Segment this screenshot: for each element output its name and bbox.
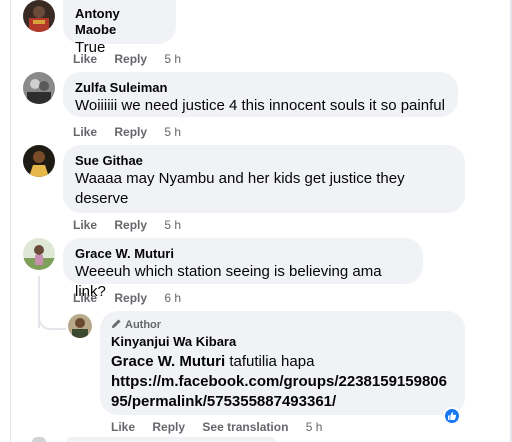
comment-author-name[interactable]: Sue Githae — [75, 153, 453, 169]
comment-author-name[interactable]: Zulfa Suleiman — [75, 80, 446, 96]
avatar[interactable] — [68, 314, 92, 338]
comment-bubble: Sue Githae Waaaa may Nyambu and her kids… — [63, 145, 465, 213]
avatar[interactable] — [23, 72, 55, 104]
comment-timestamp[interactable]: 5 h — [164, 218, 181, 232]
mention-link[interactable]: Grace W. Muturi — [111, 353, 225, 370]
comment-bubble: Grace W. Muturi Weeeuh which station see… — [63, 238, 423, 300]
avatar[interactable] — [23, 238, 55, 270]
like-button[interactable]: Like — [73, 125, 97, 139]
pencil-icon — [111, 319, 121, 329]
like-button[interactable]: Like — [73, 52, 97, 66]
avatar[interactable] — [23, 0, 55, 32]
reply-bubble: Author Kinyanjui Wa Kibara Grace W. Mutu… — [100, 311, 465, 415]
reply-button[interactable]: Reply — [114, 291, 147, 305]
comment-timestamp[interactable]: 5 h — [164, 52, 181, 66]
reply-text: tafutilia hapa — [229, 353, 315, 370]
comment-actions: Like Reply 5 h — [73, 51, 181, 67]
comment-timestamp[interactable]: 6 h — [164, 291, 181, 305]
comment-bubble — [66, 437, 276, 442]
comment-text: Woiiiiii we need justice 4 this innocent… — [75, 97, 445, 114]
reply-button[interactable]: Reply — [114, 52, 147, 66]
comment-actions: Like Reply 5 h — [73, 124, 181, 140]
see-translation-button[interactable]: See translation — [202, 420, 288, 434]
like-button[interactable]: Like — [73, 291, 97, 305]
author-badge-label: Author — [125, 319, 162, 331]
reply-thread-curve — [38, 308, 66, 330]
comment-timestamp[interactable]: 5 h — [164, 125, 181, 139]
like-button[interactable]: Like — [111, 420, 135, 434]
comment-text: Waaaa may Nyambu and her kids get justic… — [75, 170, 405, 207]
comment-author-name[interactable]: Grace W. Muturi — [75, 246, 411, 262]
avatar[interactable] — [23, 145, 55, 177]
permalink-link[interactable]: https://m.facebook.com/groups/2238159159… — [111, 373, 447, 410]
comment-actions: Like Reply 6 h — [73, 290, 181, 306]
avatar[interactable] — [32, 437, 46, 442]
thumbs-up-icon — [448, 412, 457, 420]
like-reaction-badge[interactable] — [443, 407, 461, 425]
reply-button[interactable]: Reply — [114, 125, 147, 139]
comment-author-name[interactable]: Kinyanjui Wa Kibara — [111, 334, 455, 350]
left-divider — [10, 0, 11, 442]
comment-bubble: Zulfa Suleiman Woiiiiii we need justice … — [63, 72, 458, 117]
comment-bubble: Antony Maobe True — [63, 0, 176, 56]
reply-button[interactable]: Reply — [152, 420, 185, 434]
comment-text: Grace W. Muturi tafutilia hapa https://m… — [111, 352, 455, 412]
comment-actions: Like Reply 5 h — [73, 217, 181, 233]
reply-actions: Like Reply See translation 5 h — [111, 419, 322, 435]
like-button[interactable]: Like — [73, 218, 97, 232]
reply-button[interactable]: Reply — [114, 218, 147, 232]
comment-timestamp[interactable]: 5 h — [306, 420, 323, 434]
comment-author-name[interactable]: Antony Maobe — [75, 6, 164, 38]
author-badge: Author — [111, 318, 455, 332]
